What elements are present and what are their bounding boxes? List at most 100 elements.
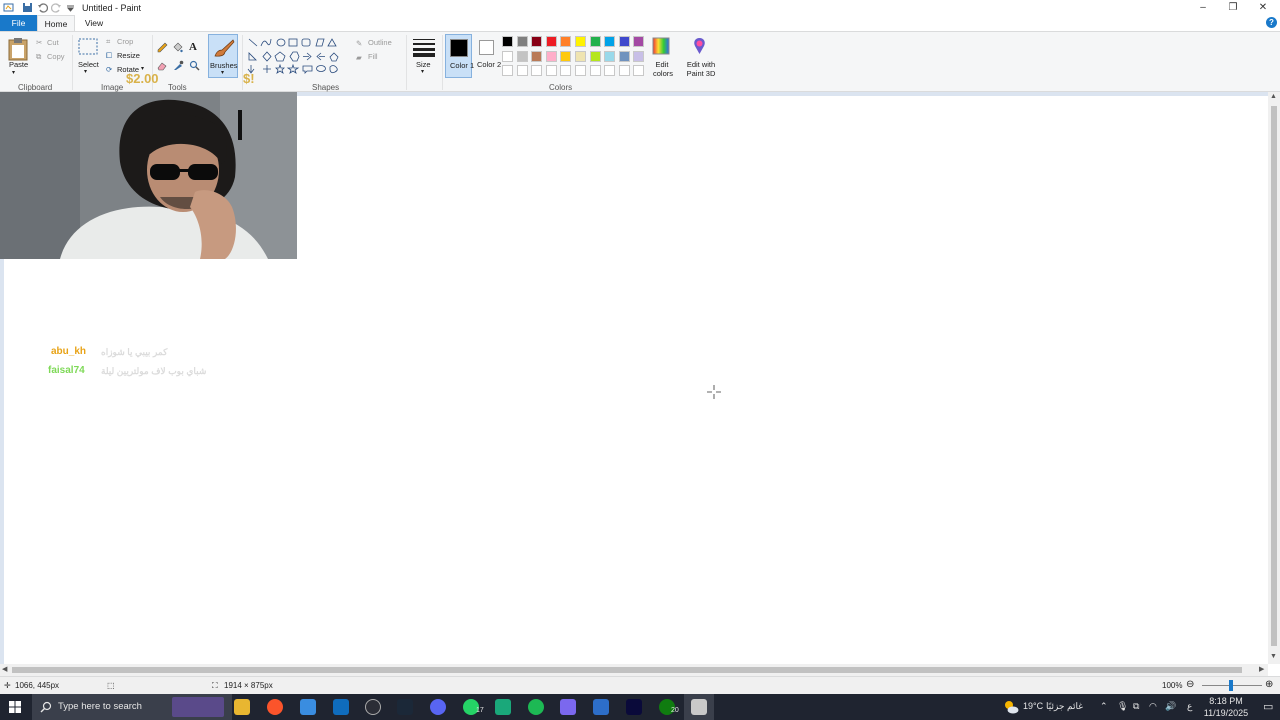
select-icon[interactable] — [78, 38, 98, 55]
steam-icon[interactable] — [397, 699, 413, 715]
outline-button[interactable]: Outline — [368, 38, 392, 47]
palette-color-swatch[interactable] — [618, 50, 630, 62]
microsoft-store-icon[interactable] — [300, 699, 316, 715]
tab-file[interactable]: File — [0, 15, 37, 31]
paint3d-icon[interactable] — [691, 37, 708, 55]
palette-color-swatch[interactable] — [633, 36, 645, 47]
color2-button[interactable]: Color 2 — [475, 34, 501, 78]
weather-temperature[interactable]: 19°C — [1023, 701, 1043, 711]
show-hidden-icons-icon[interactable]: ⌃ — [1100, 701, 1108, 712]
scroll-left-icon[interactable]: ◀ — [2, 665, 7, 673]
eraser-icon[interactable] — [157, 60, 168, 71]
clock-time[interactable]: 8:18 PM — [1207, 696, 1245, 706]
wifi-icon[interactable]: ◠ — [1149, 701, 1157, 712]
input-language[interactable]: ع — [1187, 701, 1192, 712]
help-button[interactable]: ? — [1266, 17, 1277, 28]
resize-button[interactable]: Resize — [117, 51, 140, 60]
fill-bucket-icon[interactable] — [172, 42, 183, 53]
microphone-icon[interactable]: 🎙 — [1117, 701, 1128, 712]
shapes-gallery[interactable] — [247, 37, 345, 77]
palette-color-swatch[interactable] — [633, 50, 645, 62]
horizontal-scrollbar[interactable]: ◀ ▶ — [0, 664, 1268, 676]
text-tool-icon[interactable]: A — [189, 41, 197, 53]
crop-button[interactable]: Crop — [117, 37, 133, 46]
palette-color-swatch[interactable] — [618, 65, 630, 76]
save-icon[interactable] — [22, 2, 33, 13]
color-picker-icon[interactable] — [173, 60, 184, 71]
app-icon[interactable] — [593, 699, 609, 715]
brave-browser-icon[interactable] — [267, 699, 283, 715]
palette-color-swatch[interactable] — [589, 36, 601, 47]
paste-label[interactable]: Paste — [9, 60, 28, 69]
color1-button[interactable]: Color 1 — [445, 34, 474, 78]
taskbar-search-box[interactable]: Type here to search — [32, 694, 232, 720]
network-icon[interactable]: ⧉ — [1133, 701, 1139, 712]
palette-color-swatch[interactable] — [531, 50, 543, 62]
palette-color-swatch[interactable] — [618, 36, 630, 47]
palette-color-swatch[interactable] — [589, 50, 601, 62]
magnifier-icon[interactable] — [189, 60, 200, 71]
weather-description[interactable]: غائم جزئيًا — [1046, 701, 1083, 712]
palette-color-swatch[interactable] — [516, 50, 528, 62]
tab-view[interactable]: View — [78, 15, 110, 31]
palette-color-swatch[interactable] — [560, 36, 572, 47]
terminal-icon[interactable] — [626, 699, 642, 715]
outlook-icon[interactable] — [333, 699, 349, 715]
vertical-scrollbar[interactable]: ▲ ▼ — [1268, 92, 1280, 664]
select-dropdown-icon[interactable]: ▾ — [84, 68, 87, 75]
size-dropdown-icon[interactable]: ▾ — [421, 68, 424, 75]
palette-color-swatch[interactable] — [502, 50, 513, 62]
zoom-slider-thumb[interactable] — [1229, 680, 1233, 691]
palette-color-swatch[interactable] — [589, 65, 601, 76]
palette-color-swatch[interactable] — [531, 36, 543, 47]
scroll-down-icon[interactable]: ▼ — [1270, 653, 1277, 660]
palette-color-swatch[interactable] — [604, 65, 616, 76]
palette-color-swatch[interactable] — [545, 36, 557, 47]
brushes-button[interactable]: Brushes ▾ — [208, 34, 238, 78]
tab-home[interactable]: Home — [37, 15, 75, 31]
palette-color-swatch[interactable] — [575, 65, 586, 76]
spotify-icon[interactable] — [528, 699, 544, 715]
palette-color-swatch[interactable] — [633, 65, 645, 76]
scroll-right-icon[interactable]: ▶ — [1259, 665, 1264, 673]
select-label[interactable]: Select — [78, 60, 99, 69]
volume-icon[interactable]: 🔊 — [1165, 701, 1176, 712]
minimize-button[interactable]: – — [1188, 0, 1218, 15]
palette-color-swatch[interactable] — [531, 65, 543, 76]
obs-icon[interactable] — [365, 699, 381, 715]
zoom-in-icon[interactable]: ⊕ — [1265, 679, 1273, 690]
palette-color-swatch[interactable] — [516, 65, 528, 76]
cut-button[interactable]: Cut — [47, 38, 59, 47]
discord-icon[interactable] — [430, 699, 446, 715]
weather-icon[interactable] — [1003, 699, 1019, 715]
close-button[interactable]: ✕ — [1248, 0, 1278, 15]
pencil-icon[interactable] — [157, 42, 168, 53]
undo-icon[interactable] — [37, 2, 48, 13]
restore-button[interactable]: ❐ — [1218, 0, 1248, 15]
windows-start-icon[interactable] — [9, 701, 21, 713]
copy-button[interactable]: Copy — [47, 52, 65, 61]
messaging-app-icon[interactable] — [495, 699, 511, 715]
palette-color-swatch[interactable] — [604, 36, 616, 47]
edit-colors-icon[interactable] — [652, 37, 670, 55]
palette-color-swatch[interactable] — [604, 50, 616, 62]
palette-color-swatch[interactable] — [502, 36, 513, 47]
quick-access-dropdown-icon[interactable] — [65, 2, 76, 13]
edit-paint3d-label[interactable]: Edit with Paint 3D — [683, 60, 719, 78]
scroll-up-icon[interactable]: ▲ — [1270, 93, 1277, 100]
paint-taskbar-button[interactable] — [684, 694, 714, 720]
vertical-scroll-thumb[interactable] — [1271, 106, 1277, 646]
palette-color-swatch[interactable] — [516, 36, 528, 47]
palette-color-swatch[interactable] — [560, 65, 572, 76]
horizontal-scroll-thumb[interactable] — [12, 667, 1242, 673]
fill-button[interactable]: Fill — [368, 52, 378, 61]
redo-icon[interactable] — [51, 2, 62, 13]
palette-color-swatch[interactable] — [575, 50, 586, 62]
palette-color-swatch[interactable] — [545, 50, 557, 62]
file-explorer-icon[interactable] — [234, 699, 250, 715]
size-icon[interactable] — [413, 38, 435, 58]
visual-studio-icon[interactable] — [560, 699, 576, 715]
paste-icon[interactable] — [8, 37, 28, 61]
palette-color-swatch[interactable] — [575, 36, 586, 47]
paste-dropdown-icon[interactable]: ▾ — [12, 69, 15, 76]
